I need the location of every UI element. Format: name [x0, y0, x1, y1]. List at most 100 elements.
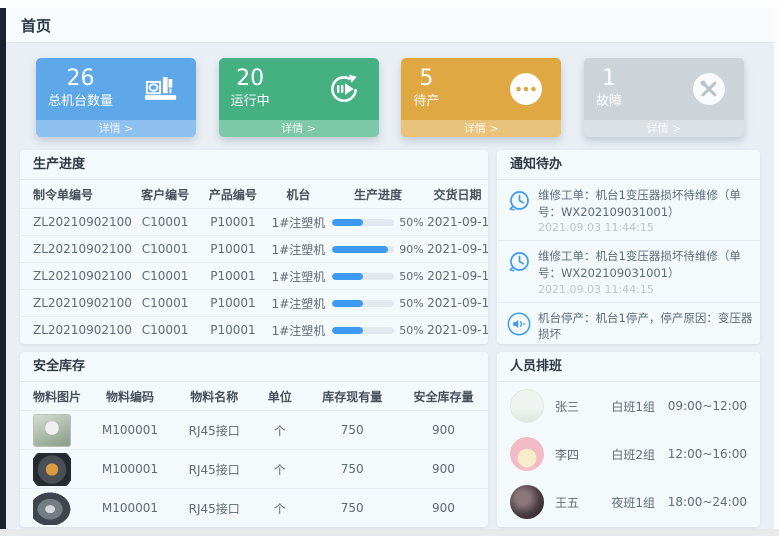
- speaker-icon: [507, 312, 531, 336]
- customer-code: C10001: [132, 323, 198, 337]
- detail-link[interactable]: 详情 >: [584, 120, 744, 137]
- unit: 个: [254, 500, 305, 517]
- order-number: ZL202109021001: [20, 269, 132, 283]
- right-edge-strip: [774, 8, 779, 529]
- panels-grid: 生产进度 制令单编号客户编号产品编号机台生产进度交货日期 ZL202109021…: [20, 150, 760, 527]
- column-header: 库存现有量: [305, 388, 399, 405]
- order-number: ZL202109021001: [20, 215, 132, 229]
- personnel-schedule-panel: 人员排班 张三 白班1组 09:00~12:00 李四 白班2组 12:00~1…: [497, 352, 760, 527]
- notifications-panel: 通知待办 维修工单：机台1变压器损坏待维修（单号：WX202109031001）…: [497, 150, 760, 344]
- material-image-cell: [20, 492, 86, 525]
- pink-avatar: [510, 437, 544, 471]
- detail-link[interactable]: 详情 >: [219, 120, 379, 137]
- notice-item[interactable]: 机台停产：机台1停产，停产原因：变压器损坏 2021.09.03 11:44:1…: [497, 303, 760, 344]
- employee-name: 张三: [555, 398, 611, 415]
- stat-label: 待产: [413, 92, 439, 111]
- progress-cell: 50%: [329, 324, 427, 337]
- product-code: P10001: [198, 296, 268, 310]
- shift-time: 12:00~16:00: [668, 447, 747, 461]
- notice-item[interactable]: 维修工单：机台1变压器损坏待维修（单号：WX202109031001） 2021…: [497, 180, 760, 241]
- machine-name: 1#注塑机: [268, 214, 329, 231]
- progress-percent: 50%: [399, 324, 423, 337]
- notice-text: 机台停产：机台1停产，停产原因：变压器损坏: [538, 310, 760, 343]
- progress-cell: 90%: [329, 243, 427, 256]
- column-header: 交货日期: [427, 186, 488, 203]
- column-header: 机台: [268, 186, 329, 203]
- order-number: ZL202109021001: [20, 323, 132, 337]
- column-header: 生产进度: [329, 186, 427, 203]
- delivery-date: 2021-09-10: [427, 242, 488, 256]
- column-header: 产品编号: [198, 186, 268, 203]
- rj45-image: [33, 414, 71, 447]
- stat-value: 26: [48, 66, 113, 92]
- material-code: M100001: [86, 462, 175, 476]
- shift-time: 09:00~12:00: [668, 399, 747, 413]
- product-code: P10001: [198, 215, 268, 229]
- production-row: ZL202109021001C10001P100011#注塑机50%2021-0…: [20, 316, 488, 343]
- notice-text: 维修工单：机台1变压器损坏待维修（单号：WX202109031001）: [538, 248, 760, 281]
- delivery-date: 2021-09-10: [427, 269, 488, 283]
- notice-text: 维修工单：机台1变压器损坏待维修（单号：WX202109031001）: [538, 187, 760, 220]
- schedule-row: 张三 白班1组 09:00~12:00: [497, 382, 760, 430]
- stat-value: 5: [413, 66, 439, 92]
- dashboard-content: 26 总机台数量 详情 > 20 运行中 详情 > 5 待产 详情 > 1: [6, 43, 774, 529]
- production-row: ZL202109021001C10001P100011#注塑机50%2021-0…: [20, 208, 488, 235]
- column-header: 物料名称: [174, 388, 254, 405]
- stock-table-header: 物料图片物料编码物料名称单位库存现有量安全库存量: [20, 382, 488, 410]
- clock-icon: [507, 250, 531, 274]
- progress-fill: [332, 327, 363, 334]
- production-row: ZL202109021001C10001P100011#注塑机50%2021-0…: [20, 289, 488, 316]
- stat-card[interactable]: 26 总机台数量 详情 >: [36, 58, 196, 137]
- round-speaker-image: [33, 453, 71, 486]
- notice-item[interactable]: 维修工单：机台1变压器损坏待维修（单号：WX202109031001） 2021…: [497, 241, 760, 302]
- stat-value: 20: [231, 66, 270, 92]
- progress-cell: 50%: [329, 216, 427, 229]
- employee-name: 李四: [555, 446, 611, 463]
- progress-fill: [332, 219, 363, 226]
- employee-name: 王五: [555, 494, 611, 511]
- progress-fill: [332, 273, 363, 280]
- customer-code: C10001: [132, 296, 198, 310]
- progress-fill: [332, 246, 388, 253]
- detail-link[interactable]: 详情 >: [36, 120, 196, 137]
- machine-name: 1#注塑机: [268, 295, 329, 312]
- customer-code: C10001: [132, 215, 198, 229]
- ellipsis-icon: [508, 71, 544, 107]
- panel-title: 生产进度: [20, 150, 488, 180]
- column-header: 物料编码: [86, 388, 175, 405]
- tools-icon: [691, 71, 727, 107]
- unit: 个: [254, 422, 305, 439]
- material-code: M100001: [86, 423, 175, 437]
- stat-card[interactable]: 5 待产 详情 >: [401, 58, 561, 137]
- safety-stock: 900: [399, 423, 488, 437]
- safety-stock: 900: [399, 501, 488, 515]
- delivery-date: 2021-09-10: [427, 296, 488, 310]
- detail-link[interactable]: 详情 >: [401, 120, 561, 137]
- current-stock: 750: [305, 501, 399, 515]
- schedule-row: 李四 白班2组 12:00~16:00: [497, 430, 760, 478]
- machine-name: 1#注塑机: [268, 268, 329, 285]
- shift-label: 白班1组: [611, 398, 667, 415]
- shift-label: 白班2组: [611, 446, 667, 463]
- material-name: RJ45接口: [174, 422, 254, 439]
- cone-speaker-image: [33, 492, 71, 525]
- clock-icon: [507, 189, 531, 213]
- panel-title: 安全库存: [20, 352, 488, 382]
- progress-bar: [332, 246, 394, 253]
- progress-percent: 50%: [399, 216, 423, 229]
- production-row: ZL202109021001C10001P100011#注塑机50%2021-0…: [20, 262, 488, 289]
- stat-card[interactable]: 20 运行中 详情 >: [219, 58, 379, 137]
- material-name: RJ45接口: [174, 461, 254, 478]
- progress-cell: 50%: [329, 297, 427, 310]
- breadcrumb-bar: 首页: [6, 8, 774, 43]
- stock-row: M100001RJ45接口个750900: [20, 449, 488, 488]
- product-code: P10001: [198, 323, 268, 337]
- stat-card[interactable]: 1 故障 详情 >: [584, 58, 744, 137]
- shift-time: 18:00~24:00: [668, 495, 747, 509]
- progress-percent: 90%: [399, 243, 423, 256]
- notice-timestamp: 2021.09.03 11:44:15: [538, 221, 760, 234]
- progress-bar: [332, 219, 394, 226]
- panel-title: 通知待办: [497, 150, 760, 180]
- panel-title: 人员排班: [497, 352, 760, 382]
- current-stock: 750: [305, 423, 399, 437]
